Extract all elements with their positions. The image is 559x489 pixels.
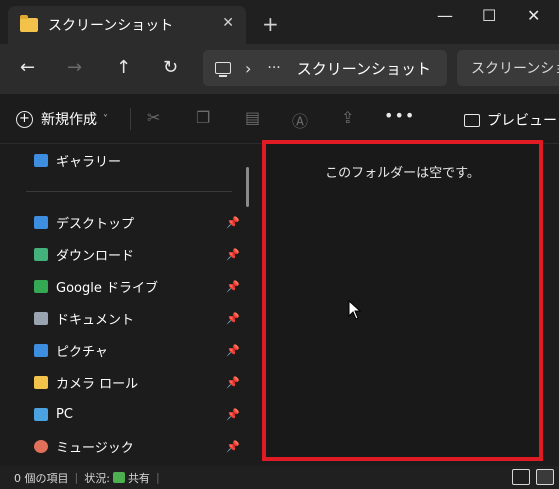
pin-icon[interactable]: 📌	[226, 280, 240, 293]
navigation-bar: ← → ↑ ↻ › ··· スクリーンショット スクリーンショッ	[0, 44, 559, 94]
status-divider: |	[74, 471, 79, 484]
tab-close-icon[interactable]: ✕	[222, 15, 234, 31]
refresh-button[interactable]: ↻	[163, 57, 178, 78]
music-icon	[34, 439, 48, 453]
status-value: 共有	[127, 471, 150, 485]
folder-icon	[20, 15, 38, 32]
sidebar-item-label: ドキュメント	[56, 312, 135, 328]
sidebar-item-gallery[interactable]: ギャラリー	[34, 150, 121, 170]
sidebar-scrollbar[interactable]	[246, 167, 249, 207]
command-bar: + 新規作成 ˅ ✂ ❐ ▤ Ⓐ ⇪ ••• プレビュー	[0, 94, 559, 144]
tab-title: スクリーンショット	[48, 18, 174, 34]
tiles-view-button[interactable]	[536, 469, 554, 485]
share-icon[interactable]: ⇪	[341, 108, 354, 127]
sidebar-item-label: PC	[56, 406, 73, 422]
close-window-button[interactable]: ✕	[527, 6, 540, 25]
maximize-button[interactable]: ☐	[482, 6, 496, 25]
sidebar-item-pc[interactable]: PC	[34, 404, 73, 424]
sidebar-item-label: デスクトップ	[56, 216, 135, 232]
sidebar-item-desktop[interactable]: デスクトップ	[34, 212, 134, 232]
document-icon	[34, 311, 48, 325]
cut-icon[interactable]: ✂	[147, 108, 160, 127]
pin-icon[interactable]: 📌	[226, 408, 240, 421]
shared-icon	[112, 472, 125, 483]
pin-icon[interactable]: 📌	[226, 440, 240, 453]
details-view-button[interactable]	[512, 469, 530, 485]
gallery-icon	[34, 153, 48, 167]
google-drive-icon	[34, 279, 48, 293]
pc-icon	[34, 407, 48, 421]
status-label: 状況:	[84, 471, 110, 485]
pictures-icon	[34, 343, 48, 357]
sidebar-item-google-drive[interactable]: Google ドライブ	[34, 276, 158, 296]
up-button[interactable]: ↑	[116, 57, 131, 78]
status-bar: 0 個の項目 | 状況: 共有 |	[0, 466, 559, 489]
forward-button[interactable]: →	[67, 57, 82, 78]
pin-icon[interactable]: 📌	[226, 376, 240, 389]
download-icon	[34, 247, 48, 261]
paste-icon[interactable]: ▤	[245, 108, 260, 127]
new-tab-button[interactable]: +	[262, 12, 279, 36]
breadcrumb-separator: ›	[245, 58, 252, 78]
pin-icon[interactable]: 📌	[226, 344, 240, 357]
pin-icon[interactable]: 📌	[226, 248, 240, 261]
sidebar-item-label: Google ドライブ	[56, 280, 158, 296]
mouse-cursor-icon	[348, 300, 362, 320]
sidebar-item-music[interactable]: ミュージック	[34, 436, 134, 456]
copy-icon[interactable]: ❐	[196, 108, 210, 127]
pin-icon[interactable]: 📌	[226, 312, 240, 325]
file-list-area[interactable]: このフォルダーは空です。	[262, 140, 543, 461]
status-divider: |	[155, 471, 160, 484]
preview-button[interactable]: プレビュー	[464, 110, 557, 130]
search-input[interactable]: スクリーンショッ	[457, 50, 559, 86]
chevron-down-icon: ˅	[103, 113, 108, 125]
sidebar-item-camera-roll[interactable]: カメラ ロール	[34, 372, 138, 392]
empty-folder-message: このフォルダーは空です。	[325, 166, 480, 181]
minimize-button[interactable]: —	[437, 6, 453, 25]
sidebar-item-documents[interactable]: ドキュメント	[34, 308, 134, 328]
desktop-icon	[34, 215, 48, 229]
new-button[interactable]: + 新規作成 ˅	[16, 109, 108, 129]
breadcrumb-current[interactable]: スクリーンショット	[297, 58, 431, 79]
pin-icon[interactable]: 📌	[226, 216, 240, 229]
sidebar-item-label: ギャラリー	[56, 154, 122, 170]
toolbar-divider	[130, 108, 131, 130]
sidebar-item-label: カメラ ロール	[56, 376, 139, 392]
breadcrumb-more-button[interactable]: ···	[267, 60, 280, 76]
new-button-label: 新規作成	[41, 112, 97, 128]
item-count: 0 個の項目	[14, 471, 69, 485]
computer-icon	[215, 62, 231, 77]
back-button[interactable]: ←	[20, 57, 35, 78]
preview-label: プレビュー	[487, 113, 557, 129]
title-bar: スクリーンショット ✕ + — ☐ ✕	[0, 0, 559, 44]
sidebar-item-label: ダウンロード	[56, 248, 135, 264]
sidebar-item-pictures[interactable]: ピクチャ	[34, 340, 108, 360]
folder-icon	[34, 375, 48, 389]
rename-icon[interactable]: Ⓐ	[292, 108, 308, 132]
address-bar[interactable]: › ··· スクリーンショット	[203, 50, 447, 86]
navigation-pane: ギャラリー デスクトップ 📌 ダウンロード 📌 Google ドライブ 📌 ドキ…	[0, 145, 246, 465]
more-options-button[interactable]: •••	[384, 106, 415, 125]
plus-icon: +	[16, 110, 33, 128]
tab-screenshots[interactable]: スクリーンショット ✕	[8, 6, 246, 44]
sidebar-item-label: ピクチャ	[56, 344, 108, 360]
preview-pane-icon	[464, 113, 480, 127]
sidebar-divider	[26, 191, 232, 192]
sidebar-item-downloads[interactable]: ダウンロード	[34, 244, 134, 264]
sidebar-item-label: ミュージック	[56, 440, 134, 456]
